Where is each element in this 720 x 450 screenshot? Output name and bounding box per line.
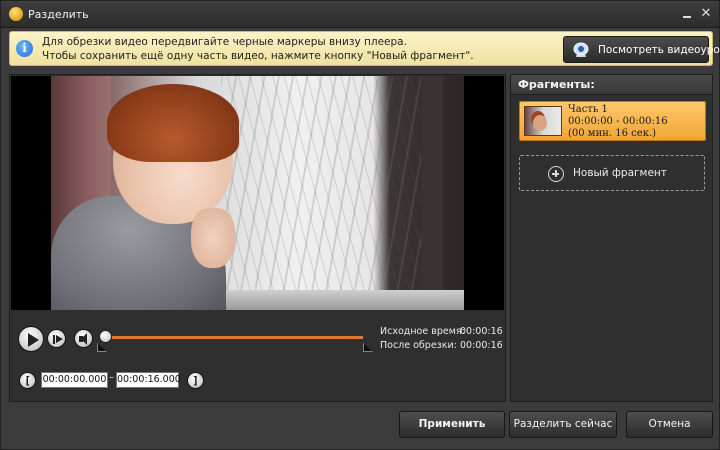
hint-text-line-2: Чтобы сохранить ещё одну часть видео, на… bbox=[42, 50, 474, 62]
watch-tutorial-label: Посмотреть видеоурок bbox=[598, 44, 720, 56]
minimize-icon[interactable] bbox=[679, 6, 695, 22]
titlebar: Разделить ✕ bbox=[1, 1, 719, 28]
split-now-button[interactable]: Разделить сейчас bbox=[509, 411, 617, 438]
split-dialog: Разделить ✕ i Для обрезки видео передвиг… bbox=[0, 0, 720, 450]
source-time-value: 00:00:16 bbox=[460, 326, 503, 337]
video-preview[interactable] bbox=[11, 76, 504, 310]
close-icon[interactable]: ✕ bbox=[698, 6, 714, 22]
fragment-range: 00:00:00 - 00:00:16 bbox=[568, 116, 668, 127]
info-icon: i bbox=[16, 40, 33, 57]
range-separator: – bbox=[109, 372, 114, 383]
webcam-icon bbox=[573, 42, 589, 57]
app-logo-icon bbox=[9, 7, 23, 21]
new-fragment-label: Новый фрагмент bbox=[573, 167, 667, 179]
fragments-panel: Фрагменты: Часть 1 00:00:00 - 00:00:16 (… bbox=[510, 74, 713, 402]
new-fragment-button[interactable]: Новый фрагмент bbox=[519, 155, 705, 191]
window-title: Разделить bbox=[28, 8, 89, 21]
apply-button[interactable]: Применить bbox=[399, 411, 505, 438]
fragment-duration: (00 мин. 16 сек.) bbox=[568, 128, 657, 139]
start-time-input[interactable]: 00:00:00.000 bbox=[41, 372, 108, 388]
next-frame-button[interactable] bbox=[47, 329, 66, 348]
hint-banner: i Для обрезки видео передвигайте черные … bbox=[9, 31, 720, 66]
player-panel: Исходное время: 00:00:16 После обрезки: … bbox=[9, 74, 506, 402]
trim-end-marker[interactable] bbox=[363, 343, 373, 352]
fragment-name: Часть 1 bbox=[568, 104, 608, 115]
hint-text-line-1: Для обрезки видео передвигайте черные ма… bbox=[42, 36, 407, 48]
after-trim-value: 00:00:16 bbox=[460, 340, 503, 351]
playhead-knob[interactable] bbox=[99, 330, 112, 343]
play-button[interactable] bbox=[18, 326, 44, 352]
source-time-label: Исходное время: bbox=[380, 326, 465, 337]
trim-start-marker[interactable] bbox=[97, 343, 107, 352]
set-start-button[interactable]: [ bbox=[19, 372, 36, 389]
cancel-button[interactable]: Отмена bbox=[626, 411, 713, 438]
fragments-header: Фрагменты: bbox=[511, 75, 712, 95]
watch-tutorial-button[interactable]: Посмотреть видеоурок bbox=[563, 36, 720, 63]
set-end-button[interactable]: ] bbox=[187, 372, 204, 389]
fragment-thumbnail bbox=[524, 106, 562, 136]
fragment-item[interactable]: Часть 1 00:00:00 - 00:00:16 (00 мин. 16 … bbox=[519, 101, 706, 141]
plus-circle-icon bbox=[548, 166, 564, 182]
video-frame-image bbox=[51, 76, 464, 310]
after-trim-label: После обрезки: bbox=[380, 340, 457, 351]
timeline-track[interactable] bbox=[101, 336, 363, 339]
fragments-title: Фрагменты: bbox=[518, 78, 595, 91]
end-time-input[interactable]: 00:00:16.000 bbox=[116, 372, 181, 388]
volume-button[interactable] bbox=[74, 329, 93, 348]
